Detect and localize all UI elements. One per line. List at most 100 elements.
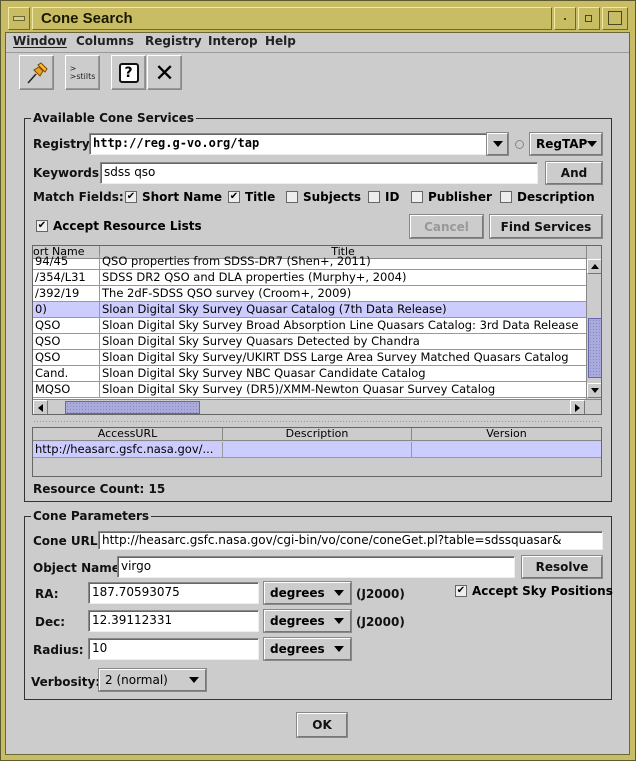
services-table-row[interactable]: QSO Sloan Digital Sky Survey Broad Absorp…: [33, 318, 586, 334]
scroll-down-button[interactable]: [587, 383, 601, 398]
column-header-version[interactable]: Version: [412, 428, 601, 441]
radius-unit-value: degrees: [270, 642, 325, 656]
dec-unit-value: degrees: [270, 614, 325, 628]
available-services-legend: Available Cone Services: [31, 111, 197, 125]
minimize-button[interactable]: [554, 7, 576, 30]
chevron-down-icon: [587, 141, 598, 147]
short-name-cell: MQSO: [33, 382, 100, 397]
checkbox-checked-icon: ✔: [36, 220, 48, 232]
interfaces-table-row[interactable]: http://heasarc.gsfc.nasa.gov/...: [33, 442, 601, 458]
match-description-checkbox[interactable]: Description: [500, 190, 595, 204]
arrow-right-icon: [575, 403, 580, 412]
menu-window[interactable]: Window: [13, 34, 67, 48]
menu-interop[interactable]: Interop: [208, 34, 258, 48]
chevron-down-icon: [334, 646, 344, 652]
services-horizontal-scrollbar[interactable]: [33, 399, 601, 414]
title-cell: Sloan Digital Sky Survey Quasar Catalog …: [102, 302, 447, 316]
match-title-label: Title: [245, 190, 276, 204]
resolve-button[interactable]: Resolve: [522, 556, 602, 578]
title-cell: Sloan Digital Sky Survey Quasars Detecte…: [102, 334, 420, 348]
menu-registry[interactable]: Registry: [145, 34, 202, 48]
checkbox-unchecked-icon: [286, 191, 298, 203]
radius-unit-select[interactable]: degrees: [264, 638, 351, 660]
window-menu-button[interactable]: [8, 7, 30, 30]
services-table-row[interactable]: 0) Sloan Digital Sky Survey Quasar Catalo…: [33, 302, 586, 318]
keywords-input[interactable]: sdss qso: [100, 162, 538, 184]
window-menu-icon: [13, 16, 25, 21]
title-bar[interactable]: Cone Search: [5, 5, 630, 30]
close-icon: ✕: [154, 58, 175, 87]
services-vertical-scrollbar[interactable]: [586, 246, 601, 399]
horizontal-scroll-thumb[interactable]: [65, 401, 200, 414]
vertical-scroll-thumb[interactable]: [588, 318, 601, 378]
window-title: Cone Search: [32, 7, 552, 30]
window-close-button[interactable]: [602, 7, 628, 30]
accept-sky-positions-checkbox[interactable]: ✔ Accept Sky Positions: [455, 584, 613, 598]
match-id-checkbox[interactable]: ID: [368, 190, 399, 204]
match-id-label: ID: [385, 190, 400, 204]
match-subjects-checkbox[interactable]: Subjects: [286, 190, 361, 204]
title-cell: Sloan Digital Sky Survey (DR5)/XMM-Newto…: [102, 382, 496, 396]
match-short-name-label: Short Name: [142, 190, 223, 204]
interfaces-table[interactable]: AccessURL Description Version http://hea…: [32, 427, 602, 477]
scroll-up-button[interactable]: [587, 259, 601, 274]
ra-unit-select[interactable]: degrees: [264, 582, 351, 604]
stilts-icon-line2: >stilts: [69, 71, 96, 81]
services-table[interactable]: ort Name Title 94/45 QSO properties from …: [32, 245, 602, 415]
services-table-row[interactable]: /354/L31 SDSS DR2 QSO and DLA properties …: [33, 270, 586, 286]
arrow-up-icon: [590, 264, 599, 269]
accept-resource-lists-checkbox[interactable]: ✔ Accept Resource Lists: [36, 219, 202, 233]
services-table-row[interactable]: Cand. Sloan Digital Sky Survey NBC Quasar…: [33, 366, 586, 382]
radius-input[interactable]: 10: [88, 638, 259, 660]
scroll-left-button[interactable]: [33, 400, 48, 414]
object-name-label: Object Name:: [33, 561, 125, 575]
checkbox-unchecked-icon: [500, 191, 512, 203]
split-pane-divider[interactable]: [33, 420, 601, 424]
short-name-cell: /354/L31: [33, 270, 100, 285]
column-header-access-url[interactable]: AccessURL: [33, 428, 223, 441]
dec-unit-select[interactable]: degrees: [264, 610, 351, 632]
dec-label: Dec:: [35, 615, 66, 629]
chevron-down-icon: [334, 590, 344, 596]
find-services-button[interactable]: Find Services: [490, 215, 602, 238]
column-header-description[interactable]: Description: [223, 428, 412, 441]
short-name-cell: /392/19: [33, 286, 100, 301]
ok-button[interactable]: OK: [297, 713, 347, 737]
stilts-icon: > >stilts: [69, 64, 96, 81]
stilts-button[interactable]: > >stilts: [65, 55, 100, 90]
resource-count: Resource Count: 15: [33, 482, 166, 496]
services-table-row[interactable]: QSO Sloan Digital Sky Survey/UKIRT DSS La…: [33, 350, 586, 366]
pin-button[interactable]: [19, 55, 54, 90]
registry-dropdown-button[interactable]: [487, 133, 508, 155]
cone-url-input[interactable]: http://heasarc.gsfc.nasa.gov/cgi-bin/vo/…: [98, 531, 603, 550]
help-button[interactable]: ?: [111, 55, 146, 90]
verbosity-select[interactable]: 2 (normal): [99, 669, 206, 691]
maximize-icon: [585, 15, 592, 22]
and-button[interactable]: And: [546, 162, 602, 184]
object-name-input[interactable]: virgo: [117, 556, 515, 578]
match-title-checkbox[interactable]: ✔ Title: [228, 190, 275, 204]
cancel-button[interactable]: Cancel: [410, 215, 483, 238]
registry-url-input[interactable]: http://reg.g-vo.org/tap: [89, 133, 487, 155]
scroll-right-button[interactable]: [570, 400, 585, 414]
title-cell: Sloan Digital Sky Survey NBC Quasar Cand…: [102, 366, 426, 380]
dec-input[interactable]: 12.39112331: [88, 610, 259, 632]
services-table-row[interactable]: /392/19 The 2dF-SDSS QSO survey (Croom+, …: [33, 286, 586, 302]
match-publisher-checkbox[interactable]: Publisher: [411, 190, 492, 204]
services-table-row[interactable]: 94/45 QSO properties from SDSS-DR7 (Shen+…: [33, 254, 586, 270]
services-table-row[interactable]: QSO Sloan Digital Sky Survey Quasars Dete…: [33, 334, 586, 350]
title-cell: The 2dF-SDSS QSO survey (Croom+, 2009): [102, 286, 352, 300]
maximize-button[interactable]: [578, 7, 600, 30]
menu-columns[interactable]: Columns: [76, 34, 134, 48]
cone-url-label: Cone URL:: [33, 534, 103, 548]
services-table-row[interactable]: MQSO Sloan Digital Sky Survey (DR5)/XMM-N…: [33, 382, 586, 398]
description-cell: [223, 442, 412, 457]
protocol-select[interactable]: RegTAP: [530, 133, 602, 155]
menu-help[interactable]: Help: [265, 34, 296, 48]
chevron-down-icon: [492, 141, 503, 147]
ra-input[interactable]: 187.70593075: [88, 582, 259, 604]
match-short-name-checkbox[interactable]: ✔ Short Name: [125, 190, 222, 204]
close-button[interactable]: ✕: [147, 55, 182, 90]
arrow-down-icon: [590, 388, 599, 393]
match-subjects-label: Subjects: [303, 190, 362, 204]
